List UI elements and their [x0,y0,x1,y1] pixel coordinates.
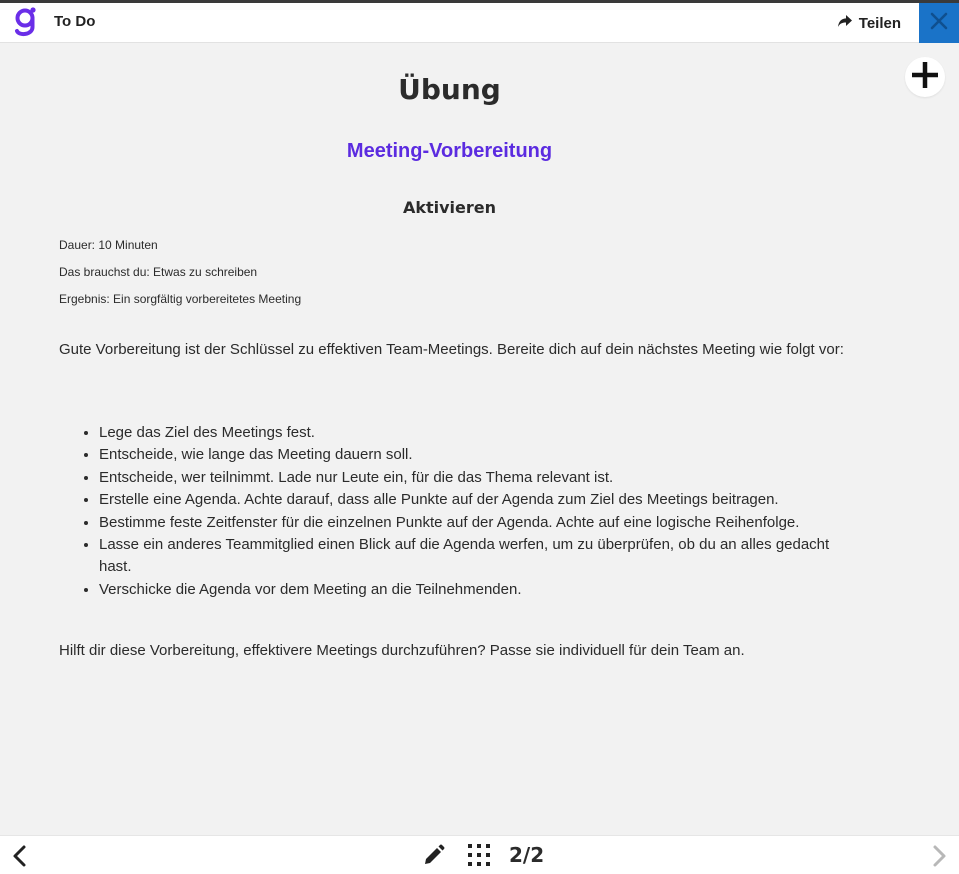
chevron-right-icon [929,845,949,872]
outro-paragraph: Hilft dir diese Vorbereitung, effektiver… [59,642,745,659]
pencil-icon [423,844,445,870]
edit-button[interactable] [423,844,445,866]
previous-button[interactable] [10,844,30,868]
list-item: Entscheide, wer teilnimmt. Lade nur Leut… [99,467,844,489]
app-title: To Do [54,13,96,30]
materials-text: Das brauchst du: Etwas zu schreiben [59,265,258,279]
result-text: Ergebnis: Ein sorgfältig vorbereitetes M… [59,292,302,306]
grid-icon [467,844,491,871]
steps-list: Lege das Ziel des Meetings fest. Entsche… [99,422,844,601]
exercise-subtitle: Meeting-Vorbereitung [346,140,553,162]
list-item: Bestimme feste Zeitfenster für die einze… [99,512,844,534]
list-item: Verschicke die Agenda vor dem Meeting an… [99,579,844,601]
app-logo-icon [12,5,38,41]
list-item: Lege das Ziel des Meetings fest. [99,422,844,444]
intro-paragraph: Gute Vorbereitung ist der Schlüssel zu e… [59,341,844,358]
page-counter: 2/2 [509,843,545,867]
page-title: Übung [398,73,501,106]
footer-bar: 2/2 [0,835,959,874]
add-button[interactable] [905,57,945,97]
share-label: Teilen [858,14,901,32]
list-item: Erstelle eine Agenda. Achte darauf, dass… [99,489,844,511]
share-arrow-icon [837,14,853,32]
list-item: Entscheide, wie lange das Meeting dauern… [99,444,844,466]
plus-icon [911,61,939,92]
close-icon [930,12,948,34]
close-button[interactable] [919,3,959,43]
share-button[interactable]: Teilen [837,12,901,34]
section-heading: Aktivieren [402,198,497,217]
duration-text: Dauer: 10 Minuten [59,238,158,252]
next-button[interactable] [929,844,949,868]
list-item: Lasse ein anderes Teammitglied einen Bli… [99,534,844,579]
header-bar: To Do Teilen [0,3,959,43]
chevron-left-icon [10,845,30,872]
overview-grid-button[interactable] [467,843,491,867]
